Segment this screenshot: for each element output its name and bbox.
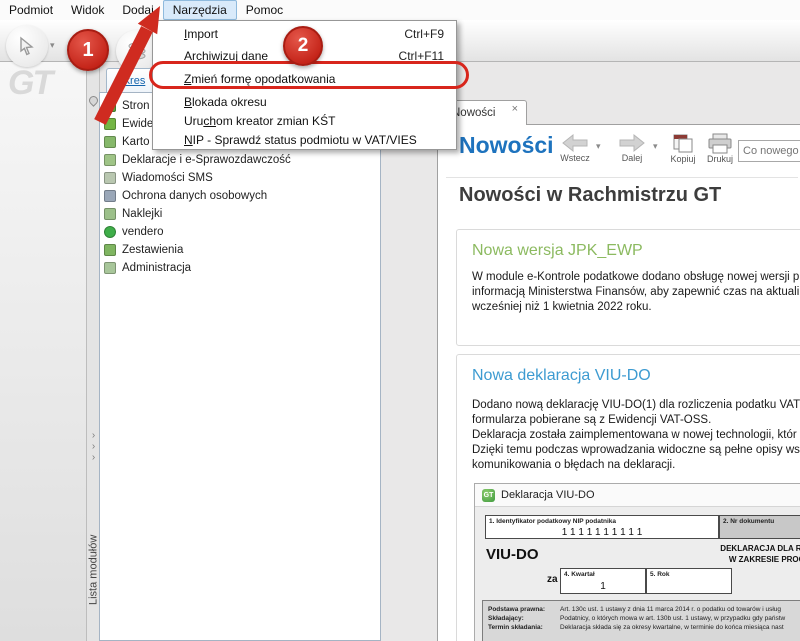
- preview-window-titlebar: GT Deklaracja VIU-DO: [475, 484, 800, 507]
- back-button[interactable]: Wstecz: [557, 133, 593, 163]
- tab-nowosci-label: Nowości: [452, 107, 496, 119]
- navigation-tree-panel: Stron Ewide Karto Deklaracje i e-Sprawoz…: [99, 92, 381, 641]
- body-line: Deklaracja została zaimplementowana w no…: [472, 429, 797, 441]
- vendero-icon: [104, 226, 116, 238]
- tree-item-zestawienia[interactable]: Zestawienia: [104, 242, 183, 258]
- menu-item-nip-vat-vies[interactable]: NIP - Sprawdź status podmiotu w VAT/VIES: [153, 130, 456, 150]
- page-title: Nowości: [459, 132, 554, 158]
- labels-icon: [104, 208, 116, 220]
- back-arrow-icon: [562, 133, 588, 153]
- toolbar-divider: [446, 177, 798, 178]
- nip-field: 1. Identyfikator podatkowy NIP podatnika…: [485, 515, 719, 539]
- shortcut-label: Ctrl+F9: [404, 27, 444, 41]
- tree-item-kartoteki[interactable]: Karto: [104, 134, 150, 150]
- chevron-icon: ›: [91, 452, 96, 463]
- select-tool-caret-icon[interactable]: ▾: [50, 40, 55, 51]
- body-line: formularza pobierane są z Ewidencji VAT-…: [472, 414, 712, 426]
- select-tool-button[interactable]: [6, 25, 48, 67]
- content-heading: Nowości w Rachmistrzu GT: [459, 184, 722, 206]
- quarter-field: 4. Kwartał 1: [560, 568, 646, 594]
- tree-item-deklaracje[interactable]: Deklaracje i e-Sprawozdawczość: [104, 152, 291, 168]
- declaration-title-line1: DEKLARACJA DLA ROZLICZE: [720, 544, 800, 553]
- viu-do-preview-window: GT Deklaracja VIU-DO 1. Identyfikator po…: [474, 483, 800, 641]
- flag-icon: [104, 100, 116, 112]
- menu-podmiot[interactable]: Podmiot: [0, 1, 62, 19]
- tree-item-vendero[interactable]: vendero: [104, 224, 164, 240]
- print-button[interactable]: Drukuj: [703, 133, 737, 164]
- body-line: Dodano nową deklarację VIU-DO(1) dla roz…: [472, 399, 800, 411]
- sms-icon: [104, 172, 116, 184]
- forward-caret-icon[interactable]: ▾: [653, 141, 658, 152]
- declaration-title-line2: W ZAKRESIE PROCEDUR: [728, 555, 800, 564]
- tree-item-administracja[interactable]: Administracja: [104, 260, 191, 276]
- cursor-icon: [20, 36, 34, 56]
- drawer-icon: [104, 136, 116, 148]
- menu-item-kreator-kst[interactable]: Uruchom kreator zmian KŚT: [153, 111, 456, 131]
- book-icon: [104, 118, 116, 130]
- body-line: Dzięki temu podczas wprowadzania widoczn…: [472, 444, 800, 456]
- copy-button[interactable]: Kopiuj: [666, 133, 700, 164]
- copy-icon: [673, 134, 693, 153]
- menu-widok[interactable]: Widok: [62, 1, 113, 19]
- charts-icon: [104, 244, 116, 256]
- gt-app-icon: GT: [482, 488, 495, 502]
- pin-icon[interactable]: [87, 94, 100, 107]
- menu-dodaj[interactable]: Dodaj: [113, 1, 162, 19]
- app-window: Podmiot Widok Dodaj Narzędzia Pomoc ▾ GT…: [0, 0, 800, 641]
- section-title: Nowa deklaracja VIU-DO: [472, 367, 651, 384]
- body-line: informacją Ministerstwa Finansów, aby za…: [472, 286, 800, 298]
- back-caret-icon[interactable]: ▾: [596, 141, 601, 152]
- menu-pomoc[interactable]: Pomoc: [237, 1, 292, 19]
- body-line: W module e-Kontrole podatkowe dodano obs…: [472, 271, 800, 283]
- forward-button[interactable]: Dalej: [614, 133, 650, 163]
- search-input[interactable]: [738, 140, 800, 162]
- admin-icon: [104, 262, 116, 274]
- nowosci-page: Nowości Wstecz ▾ Dalej ▾ Kopiuj Drukuj C…: [437, 124, 800, 641]
- tree-item-strona[interactable]: Stron: [104, 98, 150, 114]
- annotation-highlight-oval: [149, 61, 469, 89]
- annotation-step-2: 2: [283, 26, 323, 66]
- menu-item-blokada-okresu[interactable]: Blokada okresu: [153, 92, 456, 112]
- report-icon: [104, 154, 116, 166]
- body-line: wcześniej niż 1 kwietnia 2022 roku.: [472, 301, 652, 313]
- forward-arrow-icon: [619, 133, 645, 153]
- body-line: komunikowania o błędach na deklaracji.: [472, 459, 676, 471]
- doc-number-field: 2. Nr dokumentu: [719, 515, 800, 539]
- menu-bar: Podmiot Widok Dodaj Narzędzia Pomoc: [0, 0, 800, 20]
- chevron-icon: ›: [91, 441, 96, 452]
- gt-watermark: GT: [8, 64, 53, 102]
- section-title: Nowa wersja JPK_EWP: [472, 242, 643, 259]
- tree-item-naklejki[interactable]: Naklejki: [104, 206, 162, 222]
- tree-item-wiadomosci-sms[interactable]: Wiadomości SMS: [104, 170, 213, 186]
- section-jpk-ewp: Nowa wersja JPK_EWP W module e-Kontrole …: [456, 229, 800, 346]
- preview-window-title: Deklaracja VIU-DO: [501, 489, 595, 501]
- tree-item-ewidencje[interactable]: Ewide: [104, 116, 153, 132]
- year-field: 5. Rok: [646, 568, 732, 594]
- shield-icon: [104, 190, 116, 202]
- stack-icon: [128, 42, 146, 60]
- section-viu-do: Nowa deklaracja VIU-DO Dodano nową dekla…: [456, 354, 800, 641]
- tree-item-ochrona-danych[interactable]: Ochrona danych osobowych: [104, 188, 267, 204]
- module-bar: GT: [0, 62, 87, 641]
- tab-close-icon[interactable]: ×: [512, 103, 518, 115]
- menu-narzedzia[interactable]: Narzędzia: [162, 0, 237, 20]
- chevron-icon: ›: [91, 430, 96, 441]
- annotation-step-1: 1: [67, 29, 109, 71]
- legal-info-box: Podstawa prawna: Art. 130c ust. 1 ustawy …: [482, 600, 800, 641]
- printer-icon: [708, 133, 732, 154]
- form-code: VIU-DO: [486, 546, 539, 563]
- za-label: za: [547, 574, 558, 585]
